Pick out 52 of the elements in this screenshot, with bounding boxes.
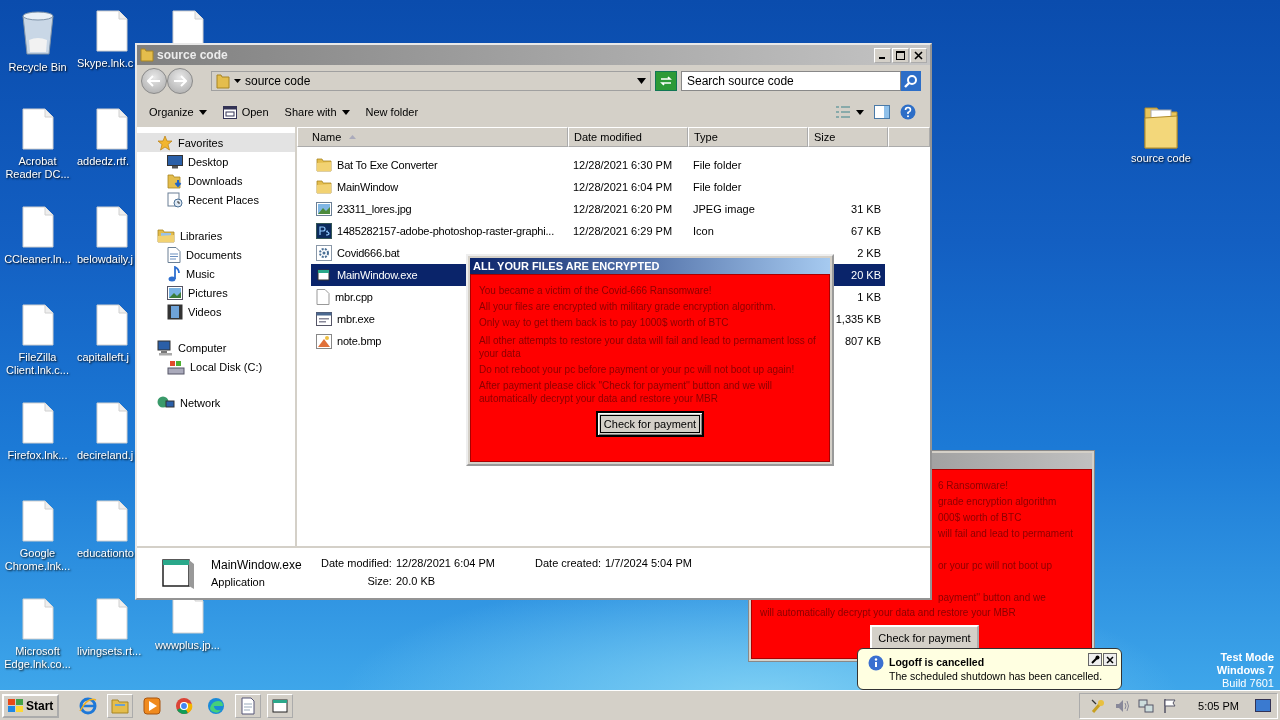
file-size: 1,335 KB xyxy=(835,313,881,325)
file-name: MainWindow xyxy=(337,181,398,193)
file-type: JPEG image xyxy=(693,203,755,215)
file-size: 20 KB xyxy=(851,269,881,281)
ransom-message-text: Only way to get them back is to pay 1000$ worth of BTC xyxy=(479,316,730,330)
file-type: Icon xyxy=(693,225,714,237)
window-title: source code xyxy=(157,48,228,62)
test-mode-text: Test Mode xyxy=(1219,651,1274,664)
ransom-message-text: All your files are encrypted with military grade encryption algorithm. xyxy=(479,300,777,314)
detail-label: Date created: xyxy=(535,557,602,569)
file-type: File folder xyxy=(693,159,742,171)
file-name: MainWindow.exe xyxy=(337,269,418,281)
file-name: Bat To Exe Converter xyxy=(337,159,438,171)
file-size: 1 KB xyxy=(857,291,881,303)
ransom-message-text: You became a victim of the Covid-666 Ransomware! xyxy=(479,284,713,298)
file-date: 12/28/2021 6:30 PM xyxy=(573,159,673,171)
file-type: File folder xyxy=(693,181,742,193)
test-mode-text: Windows 7 xyxy=(1216,664,1274,677)
file-size: 31 KB xyxy=(851,203,881,215)
file-name: note.bmp xyxy=(337,335,382,347)
ransom-message-text: will automatically decrypt your data and restore your MBR xyxy=(760,606,1017,619)
ransom-message-text: 6 Ransomware! xyxy=(938,479,1010,493)
file-name: mbr.cpp xyxy=(335,291,373,303)
file-name: mbr.exe xyxy=(337,313,375,325)
window-title: ALL YOUR FILES ARE ENCRYPTED xyxy=(470,258,830,274)
ransom-message-text: After payment please click "Check for payment'' button and we will automatically decrypt your data and restore your MBR xyxy=(479,379,774,405)
ransom-message-text: payment'' button and we xyxy=(938,591,1047,605)
file-name: 1485282157-adobe-photoshop-raster-graphi... xyxy=(337,225,555,237)
detail-value: 12/28/2021 6:04 PM xyxy=(395,557,495,569)
notification-text: The scheduled shutdown has been cancelled. xyxy=(889,669,1103,683)
ransom-message-text: 000$ worth of BTC xyxy=(938,511,1023,525)
file-size: 2 KB xyxy=(857,247,881,259)
file-name: MainWindow.exe xyxy=(211,558,303,572)
test-mode-text: Build 7601 xyxy=(1221,677,1274,690)
file-type: Application xyxy=(211,576,266,588)
file-date: 12/28/2021 6:20 PM xyxy=(573,203,673,215)
file-date: 12/28/2021 6:04 PM xyxy=(573,181,673,193)
detail-value: 20.0 KB xyxy=(395,575,437,587)
detail-label: Size: xyxy=(366,575,392,587)
detail-value: 1/7/2024 5:04 PM xyxy=(605,557,692,569)
file-date: 12/28/2021 6:29 PM xyxy=(573,225,673,237)
ransom-message-text: All other attempts to restore your data will fail and lead to permament loss of your data xyxy=(479,334,817,360)
detail-label: Date modified: xyxy=(321,557,392,569)
notification-title: Logoff is cancelled xyxy=(889,655,985,669)
file-name: 23311_lores.jpg xyxy=(337,203,412,215)
ransom-message-text: or your pc will not boot up xyxy=(938,559,1053,573)
ransom-message-text: will fail and lead to permament xyxy=(938,527,1075,541)
file-size: 807 KB xyxy=(844,335,881,347)
file-name: Covid666.bat xyxy=(337,247,400,259)
ransom-message-text: Do not reboot your pc before payment or your pc will not boot up again! xyxy=(479,363,796,376)
ransom-message-text: grade encryption algorithm xyxy=(938,495,1058,509)
file-size: 67 KB xyxy=(851,225,881,237)
